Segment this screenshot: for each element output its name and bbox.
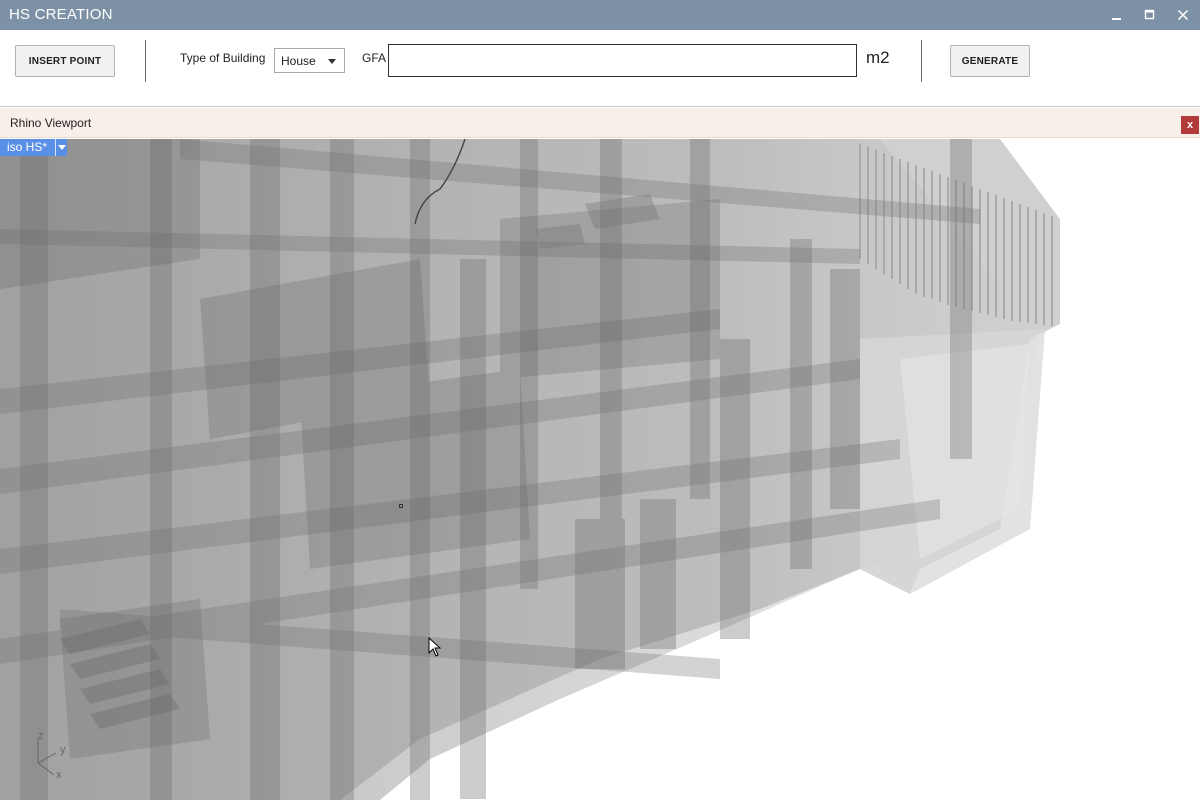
maximize-button[interactable] — [1134, 0, 1166, 30]
minimize-button[interactable] — [1101, 0, 1133, 30]
minimize-icon — [1112, 18, 1121, 20]
chevron-down-icon — [58, 145, 66, 150]
axis-z-label: z — [38, 730, 44, 742]
building-type-value: House — [281, 54, 316, 68]
viewport-dropdown-button[interactable] — [55, 139, 67, 156]
window-title: HS CREATION — [9, 6, 113, 23]
gfa-label: GFA — [362, 51, 387, 65]
title-bar: HS CREATION — [0, 0, 1200, 30]
close-window-button[interactable] — [1167, 0, 1199, 30]
toolbar-divider — [921, 40, 922, 82]
chevron-down-icon — [328, 59, 336, 64]
gfa-unit-label: m2 — [866, 48, 890, 67]
building-model-render[interactable] — [0, 139, 1200, 800]
insert-point-button[interactable]: INSERT POINT — [15, 45, 115, 77]
type-of-building-label: Type of Building — [180, 51, 266, 65]
panel-close-button[interactable]: x — [1181, 116, 1199, 134]
mouse-cursor-icon — [428, 637, 442, 657]
rhino-viewport[interactable]: iso HS* z y x — [0, 139, 1200, 800]
close-icon — [1177, 9, 1189, 21]
panel-header: Rhino Viewport — [0, 108, 1200, 138]
toolbar: INSERT POINT Type of Building House GFA … — [0, 30, 1200, 107]
viewport-tab[interactable]: iso HS* — [0, 139, 67, 156]
panel-title: Rhino Viewport — [10, 116, 92, 130]
generate-button[interactable]: GENERATE — [950, 45, 1030, 77]
gfa-input[interactable] — [388, 44, 857, 77]
building-type-select[interactable]: House — [274, 48, 345, 73]
axes-gizmo-icon: z y x — [37, 730, 66, 781]
axis-y-label: y — [60, 744, 66, 756]
viewport-name: iso HS* — [7, 140, 48, 154]
point-marker — [399, 504, 403, 508]
toolbar-divider — [145, 40, 146, 82]
maximize-icon — [1144, 9, 1155, 20]
axis-x-label: x — [56, 769, 62, 781]
